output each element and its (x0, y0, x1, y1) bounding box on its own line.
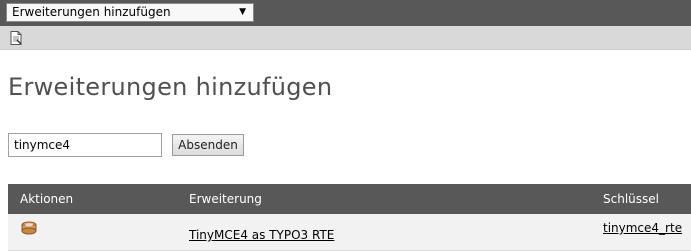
triangle-down-icon: ▼ (239, 7, 246, 17)
column-header-key: Schlüssel (603, 192, 659, 206)
column-header-actions: Aktionen (20, 192, 74, 206)
extension-search-input[interactable] (8, 133, 162, 157)
results-table: Aktionen Erweiterung Schlüssel TinyMCE4 … (8, 184, 691, 251)
extension-key-link[interactable]: tinymce4_rte (603, 221, 682, 235)
import-extension-icon[interactable] (20, 220, 38, 236)
page-title: Erweiterungen hinzufügen (8, 73, 333, 101)
table-header: Aktionen Erweiterung Schlüssel (8, 184, 691, 214)
doc-header-toolbar (0, 26, 691, 50)
module-header-bar: Erweiterungen hinzufügen ▼ (0, 0, 691, 26)
module-menu-select[interactable]: Erweiterungen hinzufügen ▼ (6, 3, 254, 22)
table-row: TinyMCE4 as TYPO3 RTE tinymce4_rte (8, 214, 691, 251)
submit-button[interactable]: Absenden (172, 134, 244, 156)
document-icon[interactable] (8, 30, 24, 46)
column-header-extension: Erweiterung (189, 192, 262, 206)
extension-title-link[interactable]: TinyMCE4 as TYPO3 RTE (189, 228, 334, 242)
module-menu-selected-value: Erweiterungen hinzufügen (12, 5, 171, 19)
